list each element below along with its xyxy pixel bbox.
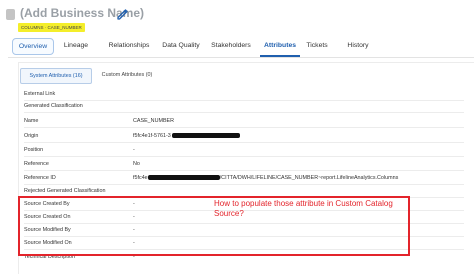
column-icon bbox=[6, 9, 15, 20]
row-divider bbox=[24, 127, 464, 128]
attribute-row: Reference No bbox=[24, 159, 464, 171]
attribute-label: Origin bbox=[24, 133, 39, 139]
redaction-bar bbox=[172, 133, 241, 139]
attribute-row: Name CASE_NUMBER bbox=[24, 116, 464, 128]
attribute-row: Position - bbox=[24, 145, 464, 157]
tab-data-quality[interactable]: Data Quality bbox=[154, 36, 208, 56]
tab-lineage[interactable]: Lineage bbox=[58, 36, 94, 56]
tab-stakeholders[interactable]: Stakeholders bbox=[204, 36, 258, 56]
main-tabs: Overview Lineage Relationships Data Qual… bbox=[8, 36, 474, 58]
reference-id-suffix: /CITTA/DWH/LIFELINE/CASE_NUMBER~report.L… bbox=[219, 175, 399, 181]
origin-value: f5fc4e1f-5761-3 bbox=[133, 133, 171, 139]
attribute-row: Reference ID f5fc4e/CITTA/DWH/LIFELINE/C… bbox=[24, 173, 464, 185]
row-divider bbox=[24, 170, 464, 171]
tab-overview[interactable]: Overview bbox=[12, 38, 54, 55]
attribute-label: Position bbox=[24, 147, 44, 153]
tab-custom-attributes[interactable]: Custom Attributes (0) bbox=[96, 68, 158, 82]
attribute-value: No bbox=[133, 161, 140, 167]
active-tab-indicator bbox=[260, 55, 300, 57]
redaction-bar bbox=[147, 175, 220, 181]
type-badge: COLUMNS · CASE_NUMBER bbox=[18, 23, 85, 32]
row-divider bbox=[24, 142, 464, 143]
page-header: (Add Business Name) COLUMNS · CASE_NUMBE… bbox=[0, 0, 474, 36]
attribute-label: Rejected Generated Classification bbox=[24, 188, 106, 194]
attribute-value: f5fc4e/CITTA/DWH/LIFELINE/CASE_NUMBER~re… bbox=[133, 175, 398, 181]
attribute-value: - bbox=[133, 147, 135, 153]
tab-system-attributes[interactable]: System Attributes (16) bbox=[20, 68, 92, 84]
attribute-label: Name bbox=[24, 118, 39, 124]
tab-history[interactable]: History bbox=[340, 36, 376, 56]
attribute-label: Reference ID bbox=[24, 175, 56, 181]
attribute-value: f5fc4e1f-5761-3 bbox=[133, 133, 241, 139]
attribute-row: Generated Classification bbox=[24, 101, 464, 113]
reference-id-prefix: f5fc4e bbox=[133, 175, 148, 181]
pencil-icon[interactable] bbox=[115, 7, 129, 21]
tab-attributes[interactable]: Attributes bbox=[256, 36, 304, 56]
attribute-label: External Link bbox=[24, 91, 56, 97]
attribute-row: Origin f5fc4e1f-5761-3 bbox=[24, 131, 464, 143]
tab-tickets[interactable]: Tickets bbox=[300, 36, 334, 56]
callout-text: How to populate those attribute in Custo… bbox=[214, 199, 393, 218]
attribute-row: External Link bbox=[24, 89, 464, 101]
row-divider bbox=[24, 112, 464, 113]
row-divider bbox=[24, 184, 464, 185]
attribute-value: CASE_NUMBER bbox=[133, 118, 175, 124]
attribute-label: Reference bbox=[24, 161, 49, 167]
attribute-label: Generated Classification bbox=[24, 103, 83, 109]
tab-relationships[interactable]: Relationships bbox=[100, 36, 158, 56]
row-divider bbox=[24, 156, 464, 157]
